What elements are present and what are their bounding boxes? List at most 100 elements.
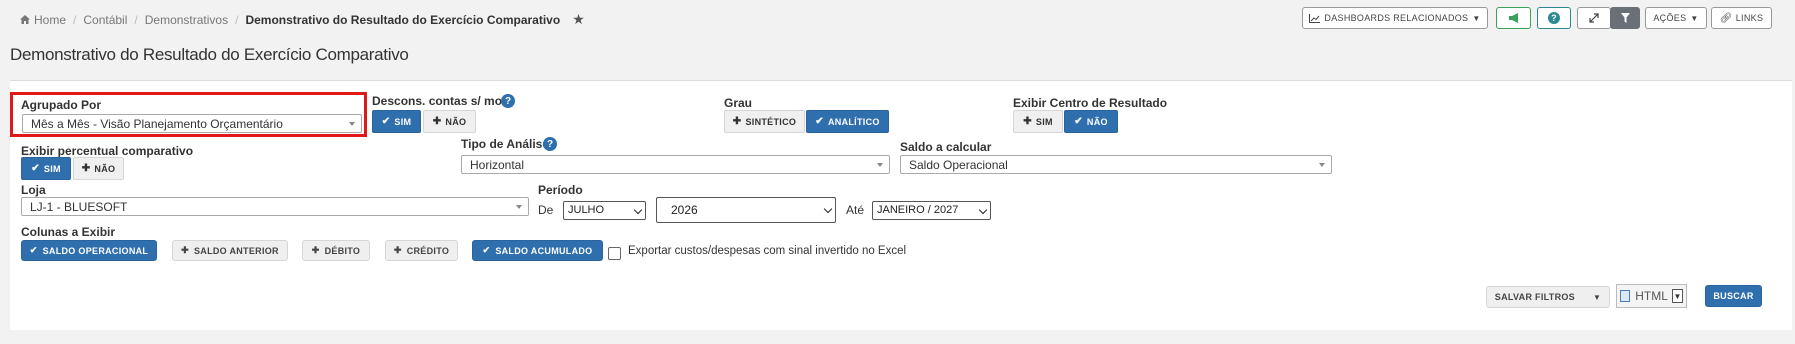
- exportar-checkbox[interactable]: [608, 247, 621, 260]
- expand-icon: [1589, 13, 1599, 23]
- highlight-box: [10, 92, 367, 137]
- salvar-filtros-button[interactable]: SALVAR FILTROS ▼: [1486, 286, 1610, 308]
- caret-down-icon: ▼: [1472, 13, 1481, 23]
- percentual-nao-toggle[interactable]: ✚ NÃO: [73, 157, 124, 180]
- centro-sim-label: SIM: [1035, 116, 1053, 127]
- dashboards-label: DASHBOARDS RELACIONADOS: [1324, 13, 1469, 23]
- caret-down-icon: ▼: [1690, 13, 1699, 23]
- plus-icon: ✚: [311, 245, 320, 255]
- check-icon: ✔: [1074, 116, 1083, 127]
- page-title: Demonstrativo do Resultado do Exercício …: [10, 45, 409, 64]
- check-icon: ✔: [29, 245, 38, 255]
- tipo-analise-value: Horizontal: [470, 158, 525, 172]
- percentual-sim-toggle[interactable]: ✔ SIM: [21, 157, 71, 180]
- chevron-down-icon: [633, 205, 643, 215]
- filter-button[interactable]: [1610, 7, 1640, 29]
- bullhorn-icon: [1508, 13, 1518, 23]
- saldo-anterior-button[interactable]: ✚ SALDO ANTERIOR: [172, 240, 288, 261]
- grau-sintetico-toggle[interactable]: ✚ SINTÉTICO: [724, 110, 805, 133]
- announcement-button[interactable]: [1496, 7, 1531, 29]
- link-icon: 🔗︎: [1719, 12, 1733, 24]
- periodo-ate-label: Até: [846, 203, 865, 217]
- grau-sintetico-label: SINTÉTICO: [745, 116, 797, 127]
- breadcrumb: Home / Contábil / Demonstrativos / Demon…: [20, 11, 585, 28]
- dashboards-relacionados-button[interactable]: DASHBOARDS RELACIONADOS ▼: [1302, 7, 1488, 29]
- grau-label: Grau: [724, 96, 753, 110]
- descons-label: Descons. contas s/ mov.: [372, 94, 512, 108]
- periodo-mes-select[interactable]: JULHO: [563, 201, 646, 220]
- chevron-down-icon: [877, 163, 883, 167]
- centro-resultado-label: Exibir Centro de Resultado: [1013, 96, 1168, 110]
- plus-icon: ✚: [1023, 116, 1032, 127]
- chevron-down-icon: [978, 205, 988, 215]
- loja-select[interactable]: LJ-1 - BLUESOFT: [21, 197, 529, 216]
- check-icon: ✔: [381, 116, 391, 127]
- periodo-ate-select[interactable]: JANEIRO / 2027: [872, 201, 991, 220]
- periodo-label: Período: [538, 183, 583, 197]
- periodo-ate-value: JANEIRO / 2027: [877, 204, 959, 216]
- breadcrumb-demonstrativos[interactable]: Demonstrativos: [145, 13, 228, 27]
- saldo-acumulado-label: SALDO ACUMULADO: [495, 245, 593, 256]
- credito-button[interactable]: ✚ CRÉDITO: [385, 240, 458, 261]
- loja-label: Loja: [21, 183, 46, 197]
- filter-icon: [1620, 13, 1630, 23]
- descons-sim-toggle[interactable]: ✔ SIM: [372, 110, 421, 133]
- saldo-calcular-label: Saldo a calcular: [900, 140, 992, 154]
- tipo-analise-select[interactable]: Horizontal: [461, 155, 890, 174]
- colunas-label: Colunas a Exibir: [21, 225, 116, 239]
- buscar-label: BUSCAR: [1713, 291, 1754, 301]
- saldo-operacional-button[interactable]: ✔ SALDO OPERACIONAL: [21, 240, 157, 261]
- debito-button[interactable]: ✚ DÉBITO: [302, 240, 370, 261]
- caret-down-icon: ▼: [1671, 289, 1683, 303]
- links-button[interactable]: 🔗︎ LINKS: [1711, 7, 1772, 29]
- buscar-button[interactable]: BUSCAR: [1705, 285, 1762, 307]
- caret-down-icon: ▼: [1592, 292, 1602, 302]
- periodo-de-label: De: [538, 203, 554, 217]
- favorite-star-icon[interactable]: ★: [572, 11, 585, 28]
- chevron-down-icon: [516, 205, 522, 209]
- question-circle-icon: ?: [1548, 12, 1560, 24]
- chevron-down-icon: [1319, 163, 1325, 167]
- home-icon: [20, 15, 30, 24]
- saldo-operacional-label: SALDO OPERACIONAL: [42, 245, 149, 256]
- periodo-ano-select[interactable]: 2026: [656, 197, 836, 223]
- tipo-analise-label: Tipo de Análise: [461, 137, 550, 151]
- breadcrumb-separator: /: [134, 12, 138, 27]
- periodo-ano-value: 2026: [671, 203, 698, 217]
- plus-icon: ✚: [732, 116, 742, 127]
- breadcrumb-contabil[interactable]: Contábil: [83, 13, 127, 27]
- help-circle-icon[interactable]: ?: [501, 94, 515, 108]
- help-circle-icon[interactable]: ?: [543, 137, 557, 151]
- periodo-mes-value: JULHO: [568, 204, 605, 216]
- debito-label: DÉBITO: [324, 245, 361, 256]
- centro-nao-toggle[interactable]: ✔ NÃO: [1064, 110, 1118, 133]
- breadcrumb-separator: /: [73, 12, 77, 27]
- grau-analitico-toggle[interactable]: ✔ ANALÍTICO: [806, 110, 889, 133]
- centro-sim-toggle[interactable]: ✚ SIM: [1013, 110, 1063, 133]
- breadcrumb-home[interactable]: Home: [34, 13, 66, 27]
- fullscreen-button[interactable]: [1577, 7, 1611, 29]
- format-value: HTML: [1635, 289, 1668, 303]
- descons-nao-toggle[interactable]: ✚ NÃO: [423, 110, 476, 133]
- credito-label: CRÉDITO: [406, 245, 450, 256]
- loja-value: LJ-1 - BLUESOFT: [30, 200, 128, 214]
- check-icon: ✔: [482, 245, 491, 255]
- acoes-label: AÇÕES: [1653, 13, 1687, 23]
- help-button[interactable]: ?: [1537, 7, 1571, 29]
- saldo-acumulado-button[interactable]: ✔ SALDO ACUMULADO: [472, 240, 603, 261]
- saldo-calcular-select[interactable]: Saldo Operacional: [900, 155, 1332, 174]
- check-icon: ✔: [815, 116, 824, 127]
- acoes-button[interactable]: AÇÕES ▼: [1645, 7, 1707, 29]
- breadcrumb-current: Demonstrativo do Resultado do Exercício …: [245, 12, 561, 27]
- chevron-down-icon: [823, 204, 833, 214]
- descons-sim-label: SIM: [394, 116, 412, 127]
- percentual-nao-label: NÃO: [94, 163, 116, 174]
- percentual-sim-label: SIM: [43, 163, 61, 174]
- centro-nao-label: NÃO: [1086, 116, 1108, 127]
- format-select[interactable]: HTML ▼: [1616, 284, 1687, 308]
- plus-icon: ✚: [432, 116, 442, 127]
- salvar-filtros-label: SALVAR FILTROS: [1494, 292, 1575, 302]
- plus-icon: ✚: [181, 245, 189, 255]
- grau-analitico-label: ANALÍTICO: [827, 116, 880, 127]
- plus-icon: ✚: [393, 245, 402, 255]
